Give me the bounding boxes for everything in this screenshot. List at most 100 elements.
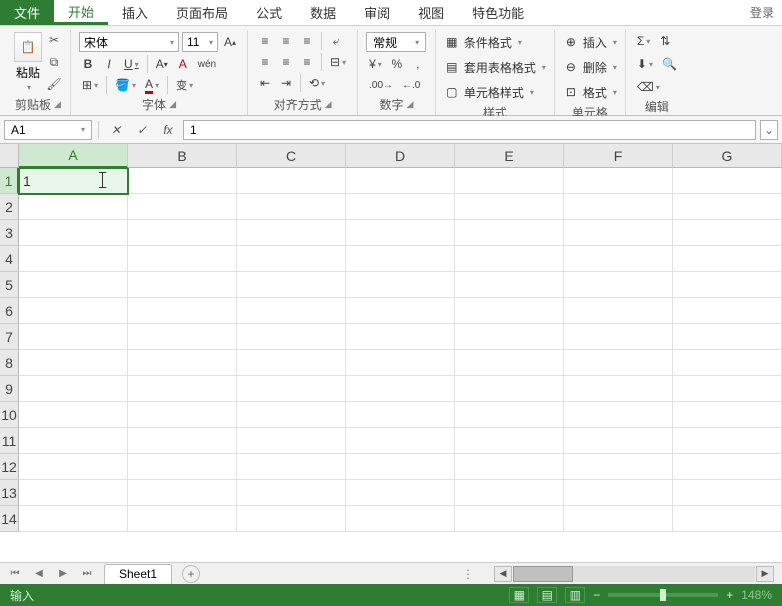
cell-A2[interactable] <box>19 194 128 220</box>
cell-E10[interactable] <box>455 402 564 428</box>
cell-C14[interactable] <box>237 506 346 532</box>
bold-button[interactable]: B <box>79 55 97 73</box>
number-format-combo[interactable]: 常规▾ <box>366 32 426 52</box>
cell-D1[interactable] <box>346 168 455 194</box>
cell-F13[interactable] <box>564 480 673 506</box>
clear-button[interactable]: ⌫▾ <box>634 78 663 96</box>
cell-G12[interactable] <box>673 454 782 480</box>
row-header-14[interactable]: 14 <box>0 506 19 532</box>
decrease-font-button[interactable]: A▾ <box>153 55 171 73</box>
comma-button[interactable]: , <box>409 55 427 73</box>
cell-G2[interactable] <box>673 194 782 220</box>
cell-D10[interactable] <box>346 402 455 428</box>
cancel-edit-button[interactable]: ✕ <box>105 120 127 140</box>
tab-special[interactable]: 特色功能 <box>458 0 538 25</box>
cell-F10[interactable] <box>564 402 673 428</box>
cell-C4[interactable] <box>237 246 346 272</box>
cell-F3[interactable] <box>564 220 673 246</box>
cell-D5[interactable] <box>346 272 455 298</box>
phonetic-field-button[interactable]: 变▾ <box>173 76 196 94</box>
cell-E1[interactable] <box>455 168 564 194</box>
clipboard-dialog-launcher[interactable]: ◢ <box>54 99 61 110</box>
align-right-button[interactable]: ≡ <box>298 53 316 71</box>
cell-B3[interactable] <box>128 220 237 246</box>
cell-B11[interactable] <box>128 428 237 454</box>
cell-C8[interactable] <box>237 350 346 376</box>
fill-button[interactable]: ⬇▾ <box>634 55 656 73</box>
tab-page-layout[interactable]: 页面布局 <box>162 0 242 25</box>
cell-C10[interactable] <box>237 402 346 428</box>
view-page-layout-button[interactable]: ▤ <box>537 587 557 603</box>
font-dialog-launcher[interactable]: ◢ <box>169 99 176 110</box>
cell-A8[interactable] <box>19 350 128 376</box>
col-header-F[interactable]: F <box>564 144 673 168</box>
phonetic-button[interactable]: wén <box>195 55 219 73</box>
cell-C9[interactable] <box>237 376 346 402</box>
cell-E12[interactable] <box>455 454 564 480</box>
row-header-7[interactable]: 7 <box>0 324 19 350</box>
zoom-in-button[interactable]: + <box>726 588 733 602</box>
zoom-level[interactable]: 148% <box>741 588 772 602</box>
cell-A6[interactable] <box>19 298 128 324</box>
font-name-combo[interactable]: 宋体▾ <box>79 32 179 52</box>
cell-D11[interactable] <box>346 428 455 454</box>
expand-formula-bar-button[interactable]: ⌄ <box>760 120 778 140</box>
cell-B6[interactable] <box>128 298 237 324</box>
align-top-button[interactable]: ≡ <box>256 32 274 50</box>
format-cells-button[interactable]: ⊡格式▾ <box>563 82 617 102</box>
decrease-decimal-button[interactable]: ←.0 <box>399 76 423 94</box>
cell-A1[interactable]: 1 <box>19 168 128 194</box>
cell-A12[interactable] <box>19 454 128 480</box>
cell-A7[interactable] <box>19 324 128 350</box>
tab-data[interactable]: 数据 <box>296 0 350 25</box>
find-button[interactable]: 🔍 <box>659 55 680 73</box>
hscroll-thumb[interactable] <box>513 566 573 582</box>
cell-B1[interactable] <box>128 168 237 194</box>
cell-F1[interactable] <box>564 168 673 194</box>
col-header-D[interactable]: D <box>346 144 455 168</box>
cut-button[interactable]: ✂ <box>46 32 62 48</box>
cell-F9[interactable] <box>564 376 673 402</box>
cell-G1[interactable] <box>673 168 782 194</box>
cell-C2[interactable] <box>237 194 346 220</box>
cell-F11[interactable] <box>564 428 673 454</box>
cell-F4[interactable] <box>564 246 673 272</box>
cell-A3[interactable] <box>19 220 128 246</box>
confirm-edit-button[interactable]: ✓ <box>131 120 153 140</box>
currency-button[interactable]: ¥▾ <box>366 55 385 73</box>
col-header-B[interactable]: B <box>128 144 237 168</box>
increase-decimal-button[interactable]: .00→ <box>366 76 396 94</box>
cell-E2[interactable] <box>455 194 564 220</box>
cell-D2[interactable] <box>346 194 455 220</box>
paste-button[interactable]: 📋 <box>14 32 42 62</box>
autosum-button[interactable]: Σ▾ <box>634 32 653 50</box>
cell-D9[interactable] <box>346 376 455 402</box>
align-center-button[interactable]: ≡ <box>277 53 295 71</box>
cell-G10[interactable] <box>673 402 782 428</box>
col-header-C[interactable]: C <box>237 144 346 168</box>
tab-formula[interactable]: 公式 <box>242 0 296 25</box>
sheet-nav-first[interactable]: ⏮ <box>8 567 22 581</box>
sheet-tab-overflow[interactable]: ⋮ <box>462 567 474 581</box>
row-header-13[interactable]: 13 <box>0 480 19 506</box>
cell-G14[interactable] <box>673 506 782 532</box>
tab-view[interactable]: 视图 <box>404 0 458 25</box>
cell-style-button[interactable]: ▢单元格样式▾ <box>444 82 534 102</box>
row-header-2[interactable]: 2 <box>0 194 19 220</box>
sort-button[interactable]: ⇅ <box>656 32 674 50</box>
cell-D13[interactable] <box>346 480 455 506</box>
align-left-button[interactable]: ≡ <box>256 53 274 71</box>
align-dialog-launcher[interactable]: ◢ <box>325 99 332 110</box>
col-header-G[interactable]: G <box>673 144 782 168</box>
cell-B7[interactable] <box>128 324 237 350</box>
font-style-red[interactable]: A <box>174 55 192 73</box>
sheet-nav-last[interactable]: ⏭ <box>80 567 94 581</box>
increase-indent-button[interactable]: ⇥ <box>277 74 295 92</box>
row-header-4[interactable]: 4 <box>0 246 19 272</box>
row-header-11[interactable]: 11 <box>0 428 19 454</box>
decrease-indent-button[interactable]: ⇤ <box>256 74 274 92</box>
cell-D7[interactable] <box>346 324 455 350</box>
cell-A4[interactable] <box>19 246 128 272</box>
cell-G5[interactable] <box>673 272 782 298</box>
row-header-3[interactable]: 3 <box>0 220 19 246</box>
